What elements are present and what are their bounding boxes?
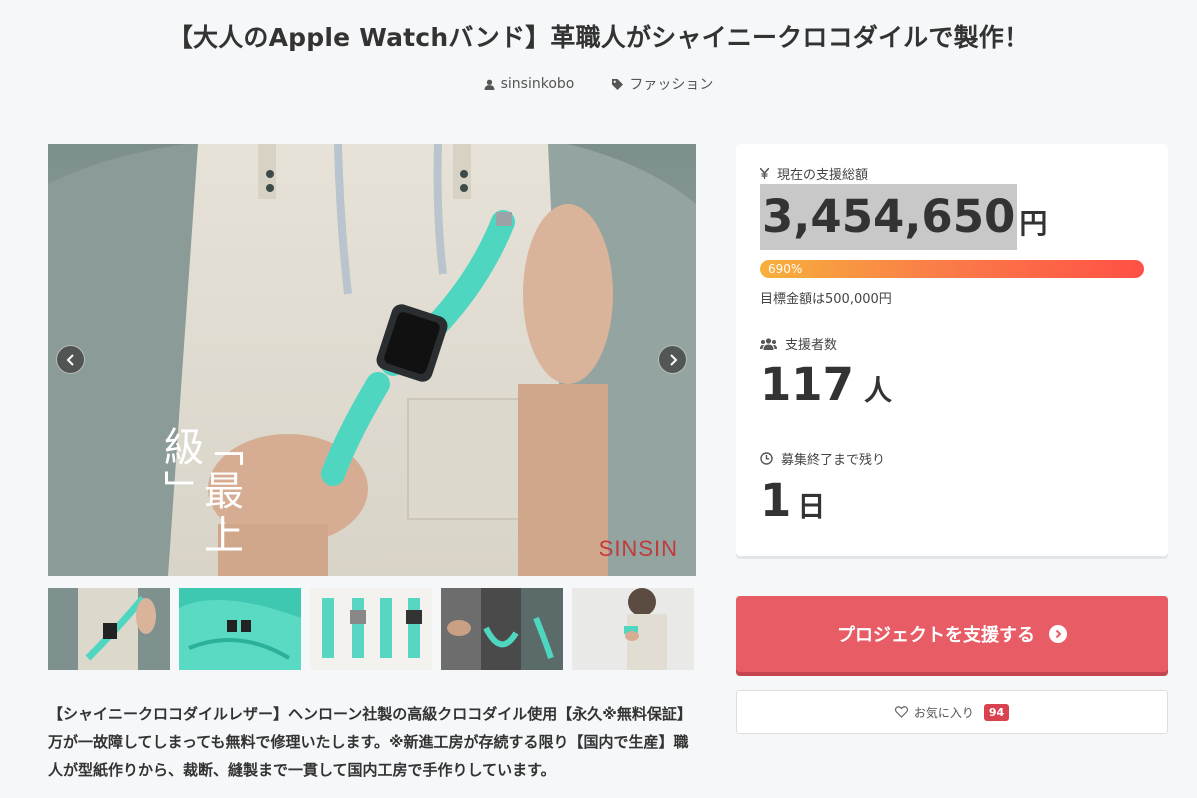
thumbnail-2[interactable] xyxy=(179,588,301,670)
image-caption: 「最上級」 xyxy=(157,426,243,558)
funding-progress-bar: 690% xyxy=(760,260,1144,278)
clock-icon xyxy=(760,452,773,465)
thumbnail-1[interactable] xyxy=(48,588,170,670)
remaining-value: 1 xyxy=(760,474,792,527)
chevron-right-circle-icon xyxy=(1049,625,1067,643)
product-photo xyxy=(48,144,696,576)
total-amount: 3,454,650 円 xyxy=(760,184,1047,250)
thumbnail-image xyxy=(179,588,301,670)
thumbnail-image xyxy=(48,588,170,670)
favorite-button[interactable]: お気に入り 94 xyxy=(736,690,1168,734)
backers-value: 117 xyxy=(760,358,854,411)
project-title: 【大人のApple Watchバンド】革職人がシャイニークロコダイルで製作！ xyxy=(167,23,1030,52)
brand-logo: SINSIN xyxy=(598,536,678,561)
remaining-unit: 日 xyxy=(797,490,826,523)
thumbnail-image xyxy=(441,588,563,670)
support-project-button[interactable]: プロジェクトを支援する xyxy=(736,596,1168,672)
thumbnail-4[interactable] xyxy=(441,588,563,670)
remaining-time: 1 日 xyxy=(760,474,825,527)
remaining-label-row: 募集終了まで残り xyxy=(760,449,885,468)
remaining-label: 募集終了まで残り xyxy=(781,453,886,468)
amount-label-row: 現在の支援総額 xyxy=(760,164,868,183)
thumbnail-5[interactable] xyxy=(572,588,694,670)
next-image-button[interactable] xyxy=(658,345,687,374)
category-link[interactable]: ファッション xyxy=(612,74,713,94)
thumbnail-strip xyxy=(48,588,696,670)
backers-label: 支援者数 xyxy=(785,338,838,353)
amount-unit: 円 xyxy=(1019,207,1048,240)
project-meta: sinsinkobo ファッション xyxy=(0,74,1197,94)
yen-icon xyxy=(760,168,769,179)
amount-value: 3,454,650 xyxy=(760,184,1018,250)
tag-icon xyxy=(612,78,624,90)
chevron-right-icon xyxy=(669,353,677,366)
favorite-label: お気に入り xyxy=(913,705,974,720)
progress-text: 690% xyxy=(768,262,803,276)
thumbnail-image xyxy=(572,588,694,670)
main-project-image: 「最上級」 SINSIN xyxy=(48,144,696,576)
support-button-label: プロジェクトを支援する xyxy=(837,625,1035,646)
backers-count: 117 人 xyxy=(760,358,892,411)
previous-image-button[interactable] xyxy=(56,345,85,374)
thumbnail-3[interactable] xyxy=(310,588,432,670)
author-link[interactable]: sinsinkobo xyxy=(484,74,575,94)
backers-label-row: 支援者数 xyxy=(760,334,837,353)
heart-icon xyxy=(894,706,908,718)
author-name: sinsinkobo xyxy=(500,76,575,92)
category-name: ファッション xyxy=(629,77,714,93)
favorite-count-badge: 94 xyxy=(983,703,1010,721)
amount-label: 現在の支援総額 xyxy=(777,168,869,183)
goal-amount: 目標金額は500,000円 xyxy=(760,292,892,307)
user-icon xyxy=(484,79,495,90)
backers-unit: 人 xyxy=(863,374,892,407)
funding-stats-card: 現在の支援総額 3,454,650 円 690% 目標金額は500,000円 支… xyxy=(736,144,1168,556)
chevron-left-icon xyxy=(66,353,74,366)
users-icon xyxy=(760,337,777,350)
project-description: 【シャイニークロコダイルレザー】ヘンローン社製の高級クロコダイル使用【永久※無料… xyxy=(48,705,692,779)
thumbnail-image xyxy=(310,588,432,670)
